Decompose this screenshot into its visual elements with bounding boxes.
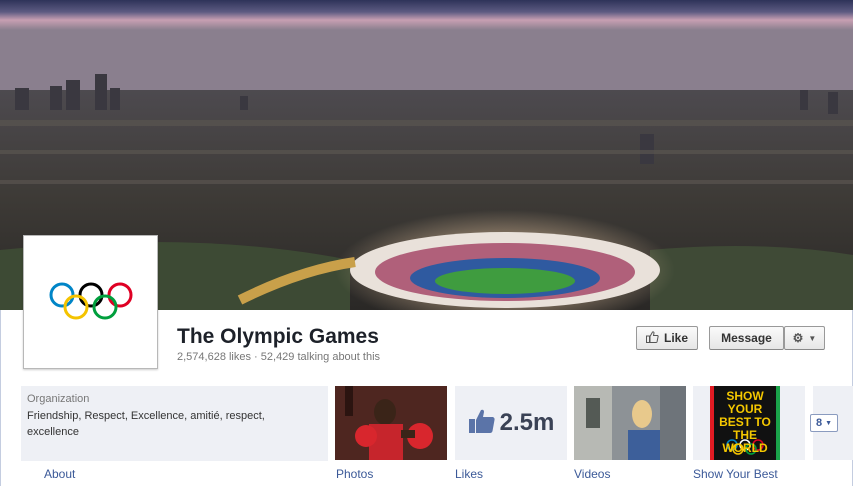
like-button-label: Like	[663, 331, 688, 345]
about-link[interactable]: About	[44, 467, 75, 481]
about-text: Friendship, Respect, Excellence, amitié,…	[27, 410, 265, 438]
show-your-best-link[interactable]: Show Your Best	[693, 467, 778, 481]
more-apps-button[interactable]: 8 ▼	[810, 414, 838, 432]
photos-link[interactable]: Photos	[336, 467, 373, 481]
page-stats: 2,574,628 likes · 52,429 talking about t…	[177, 351, 381, 363]
videos-link[interactable]: Videos	[574, 467, 610, 481]
about-category: Organization	[27, 393, 90, 405]
like-button[interactable]: Like	[636, 326, 698, 350]
gear-icon: ⚙	[792, 331, 804, 345]
show-your-best-poster-text: SHOW YOUR BEST TO THE WORLD	[719, 389, 771, 455]
photos-tile[interactable]	[335, 386, 447, 460]
boxer-photo-thumbnail	[335, 386, 447, 460]
chevron-down-icon: ▼	[808, 333, 817, 343]
page-title[interactable]: The Olympic Games	[177, 325, 379, 349]
profile-picture[interactable]	[23, 235, 158, 369]
show-your-best-poster: SHOW YOUR BEST TO THE WORLD	[710, 386, 780, 460]
olympic-rings-logo	[49, 282, 132, 320]
message-button[interactable]: Message	[709, 326, 784, 350]
thumbs-up-icon	[645, 330, 659, 346]
likes-link[interactable]: Likes	[455, 467, 483, 481]
video-thumbnail	[574, 386, 686, 460]
videos-tile[interactable]	[574, 386, 686, 460]
thumbs-up-icon	[468, 408, 496, 439]
chevron-down-icon: ▼	[825, 419, 833, 427]
about-box[interactable]: Organization Friendship, Respect, Excell…	[21, 386, 328, 461]
show-your-best-tile[interactable]: SHOW YOUR BEST TO THE WORLD	[693, 386, 805, 460]
likes-count: 2.5m	[499, 409, 555, 436]
more-apps-count: 8	[815, 417, 823, 429]
likes-tile[interactable]: 2.5m	[455, 386, 567, 460]
page-options-button[interactable]: ⚙ ▼	[784, 326, 825, 350]
